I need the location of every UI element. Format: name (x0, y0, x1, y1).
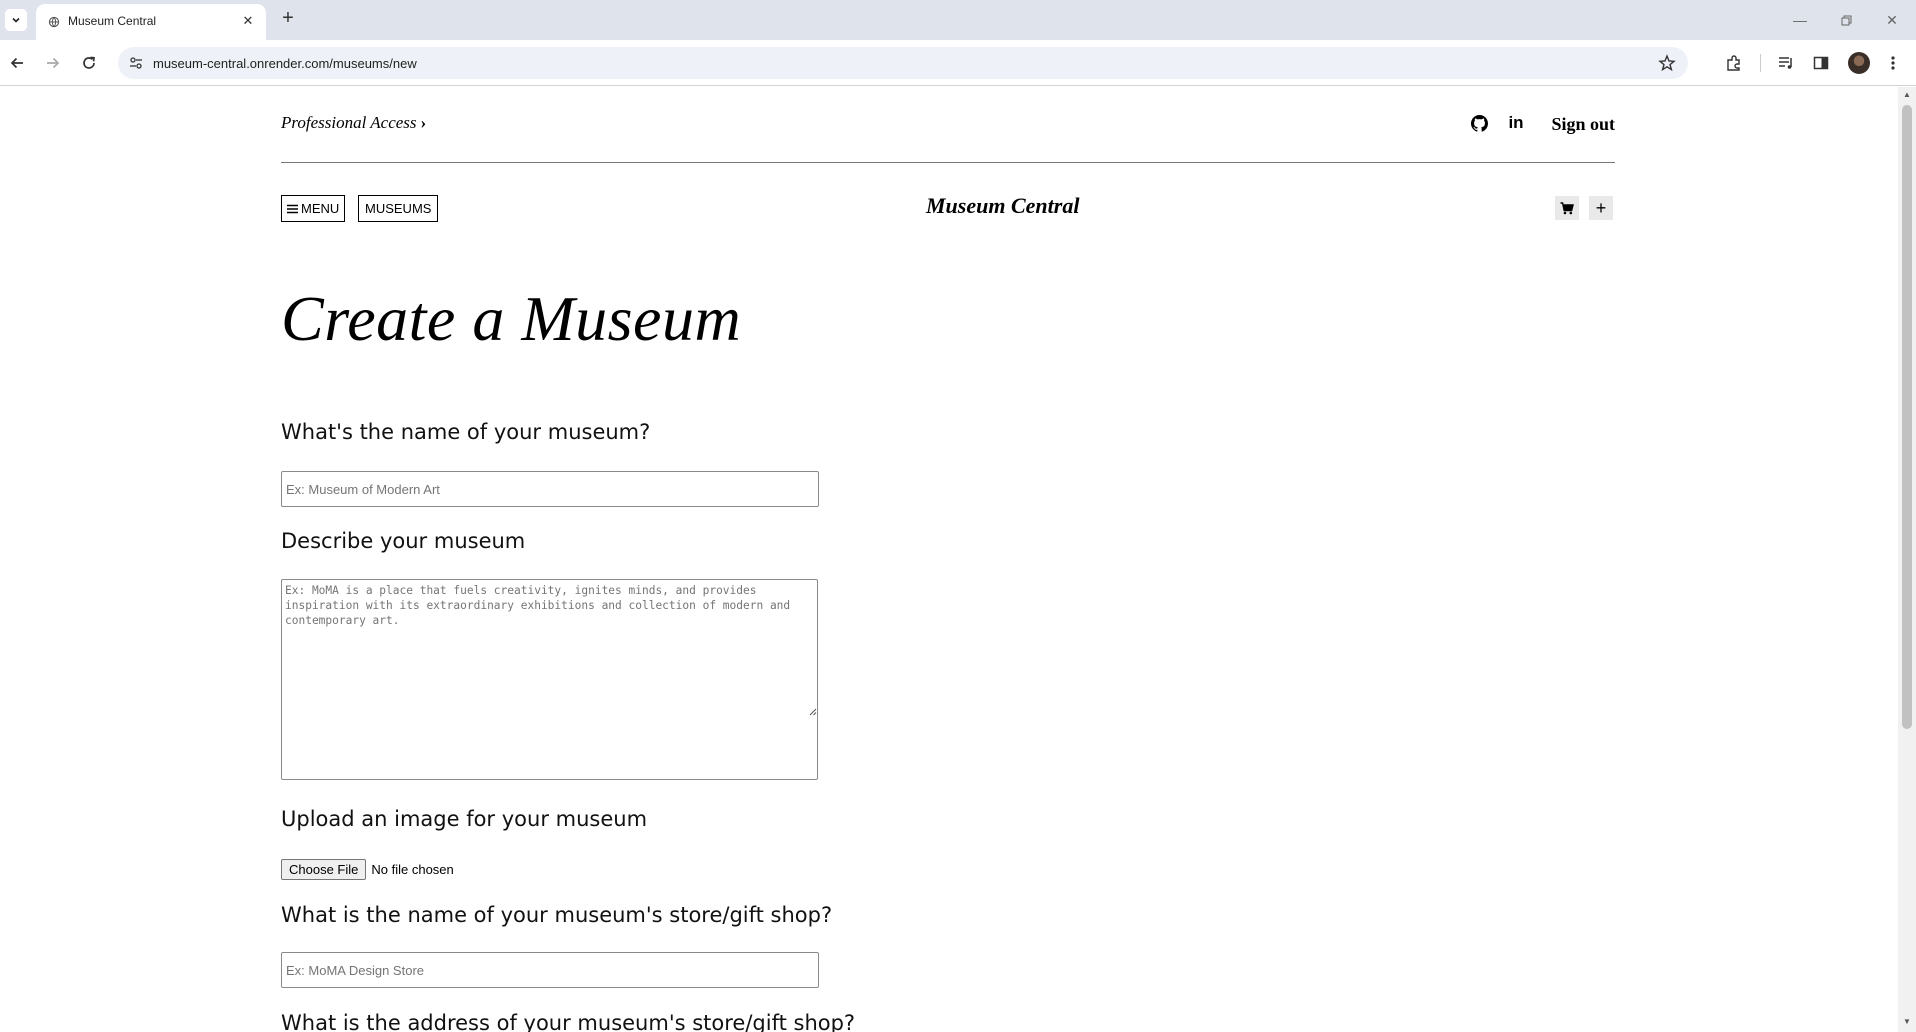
hamburger-icon (287, 204, 298, 213)
site-info-icon[interactable] (128, 55, 144, 71)
media-control-icon[interactable] (1775, 52, 1797, 74)
header-divider (281, 162, 1615, 163)
tab-search-button[interactable] (5, 9, 27, 31)
museum-image-file-input[interactable]: Choose File No file chosen (281, 859, 454, 880)
store-name-label: What is the name of your museum's store/… (281, 903, 833, 927)
bookmark-star-icon[interactable] (1658, 54, 1676, 72)
restore-icon[interactable] (1836, 10, 1856, 30)
browser-toolbar: museum-central.onrender.com/museums/new (0, 40, 1916, 86)
toolbar-divider (1760, 54, 1761, 72)
tab-title: Museum Central (68, 14, 157, 28)
close-window-icon[interactable]: ✕ (1882, 10, 1902, 30)
store-address-label: What is the address of your museum's sto… (281, 1011, 856, 1032)
github-icon[interactable] (1470, 114, 1488, 132)
scroll-up-icon[interactable]: ▲ (1902, 90, 1912, 100)
new-tab-button[interactable]: + (278, 7, 298, 29)
side-panel-icon[interactable] (1810, 52, 1832, 74)
url-text: museum-central.onrender.com/museums/new (153, 56, 417, 71)
resize-handle-icon[interactable] (808, 707, 817, 716)
site-brand[interactable]: Museum Central (926, 193, 1079, 219)
globe-icon (48, 16, 60, 28)
profile-avatar[interactable] (1848, 52, 1870, 74)
professional-access-link[interactable]: Professional Access › (281, 113, 426, 133)
cart-icon (1560, 201, 1574, 214)
museum-description-textarea[interactable] (281, 579, 818, 780)
page-title: Create a Museum (281, 283, 742, 354)
museum-image-label: Upload an image for your museum (281, 807, 648, 831)
store-name-input[interactable] (281, 952, 819, 988)
browser-tab-bar: Museum Central ✕ + — ✕ (0, 0, 1916, 40)
chevron-right-icon: › (420, 113, 427, 132)
page-viewport: Professional Access › in Sign out MENU MU… (0, 87, 1898, 1032)
more-menu-icon[interactable] (1882, 52, 1904, 74)
scrollbar-thumb[interactable] (1902, 105, 1912, 729)
cart-button[interactable] (1555, 196, 1579, 220)
scroll-down-icon[interactable]: ▼ (1902, 1017, 1912, 1027)
menu-button[interactable]: MENU (281, 195, 346, 222)
reload-icon[interactable] (78, 52, 100, 74)
choose-file-button[interactable]: Choose File (281, 859, 367, 880)
sign-out-link[interactable]: Sign out (1551, 114, 1615, 135)
chevron-down-icon (12, 17, 20, 23)
museums-button[interactable]: MUSEUMS (358, 195, 439, 222)
add-button[interactable]: + (1589, 196, 1613, 220)
page-scrollbar[interactable]: ▲ ▼ (1898, 87, 1916, 1032)
plus-icon: + (1595, 198, 1607, 218)
professional-access-label: Professional Access (281, 113, 417, 132)
extensions-icon[interactable] (1723, 52, 1745, 74)
menu-label: MENU (301, 201, 340, 216)
museum-name-input[interactable] (281, 471, 819, 507)
file-status-text: No file chosen (371, 862, 454, 877)
close-tab-icon[interactable]: ✕ (240, 13, 256, 29)
back-icon[interactable] (6, 52, 28, 74)
browser-tab[interactable]: Museum Central ✕ (36, 4, 266, 40)
forward-icon[interactable] (42, 52, 64, 74)
museum-name-label: What's the name of your museum? (281, 420, 651, 444)
address-bar[interactable]: museum-central.onrender.com/museums/new (118, 47, 1688, 79)
linkedin-icon[interactable]: in (1507, 113, 1525, 132)
museum-description-label: Describe your museum (281, 529, 526, 553)
minimize-icon[interactable]: — (1790, 10, 1810, 30)
